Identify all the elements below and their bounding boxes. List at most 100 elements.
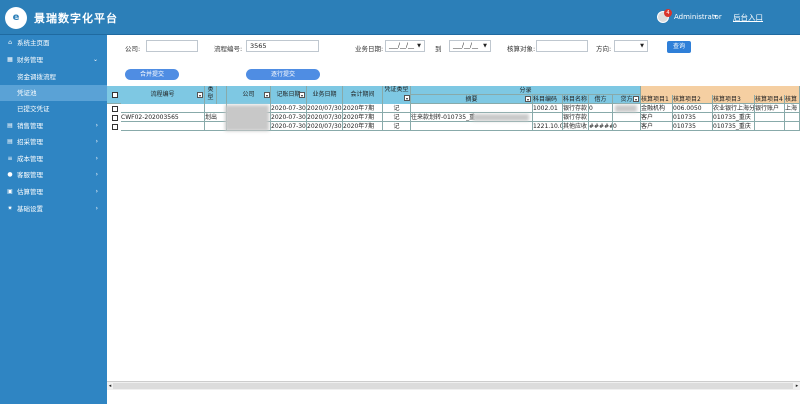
money-icon: ▦	[7, 56, 13, 63]
business-date-label: 业务日期:	[355, 45, 384, 53]
sidebar-item-label: 客服管理	[17, 171, 43, 179]
cell-acct5: 上海	[785, 104, 800, 113]
voucher-grid: 分录 流程编号 ▾ 类型 公司 ▾ 记账日期 ▾ 业务日期 会计期间 凭证类型 …	[107, 86, 800, 166]
filter-dropdown-icon[interactable]: ▾	[197, 92, 203, 98]
cell-acct1: 客户	[641, 113, 673, 122]
notification-badge[interactable]: 4	[664, 9, 672, 17]
col-flow-number[interactable]: 流程编号	[121, 86, 205, 104]
filter-dropdown-icon[interactable]: ▾	[404, 95, 410, 101]
sidebar-item-home[interactable]: ⌂ 系统主页面	[0, 35, 107, 51]
col-biz-date[interactable]: 业务日期	[307, 86, 343, 104]
date-to-value: ___/__/__	[453, 42, 479, 49]
merge-submit-button[interactable]: 合并提交	[125, 69, 179, 80]
company-input[interactable]	[146, 40, 198, 52]
sidebar-item-purchase[interactable]: ▤ 招采管理 ›	[0, 134, 107, 150]
col-acct5[interactable]: 核算	[785, 95, 800, 104]
cell-acct4	[755, 122, 785, 131]
filter-dropdown-icon[interactable]: ▾	[633, 96, 639, 102]
cell-acct4	[755, 113, 785, 122]
date-from-picker[interactable]: ___/__/__ ▼	[385, 40, 425, 52]
sidebar-item-label: 成本管理	[17, 155, 43, 163]
direction-select[interactable]: ▼	[614, 40, 648, 52]
service-icon: ●	[7, 171, 13, 178]
sidebar-item-estimate[interactable]: ▣ 估算管理 ›	[0, 184, 107, 200]
col-period[interactable]: 会计期间	[343, 86, 383, 104]
chevron-down-icon[interactable]: ▾	[714, 13, 717, 20]
cell-acct5	[785, 122, 800, 131]
sidebar-item-fund-transfer[interactable]: 资金调拨流程	[0, 69, 107, 85]
account-object-label: 核算对象:	[507, 45, 536, 53]
scroll-right-icon[interactable]: ▸	[794, 382, 800, 390]
cell-acct3: 010735_重庆	[713, 122, 755, 131]
cell-summary	[411, 122, 533, 131]
row-checkbox[interactable]	[112, 106, 118, 112]
app-logo: e	[5, 7, 27, 29]
sidebar-item-label: 资金调拨流程	[17, 73, 56, 81]
purchase-icon: ▤	[7, 138, 13, 145]
filter-dropdown-icon[interactable]: ▾	[264, 92, 270, 98]
scrollbar-thumb[interactable]	[113, 383, 793, 389]
cell-period: 2020年7期	[343, 113, 383, 122]
cell-credit	[613, 113, 641, 122]
cell-flow-number	[121, 104, 205, 113]
col-acct4[interactable]: 核算项目4	[755, 95, 785, 104]
cell-voucher-type: 记	[383, 104, 411, 113]
cell-biz-date: 2020/07/30	[307, 122, 343, 131]
cell-subject-name: 其他应收	[563, 122, 589, 131]
flow-number-label: 流程编号:	[214, 45, 243, 53]
col-acct1[interactable]: 核算项目1	[641, 95, 673, 104]
cell-acct3: 010735_重庆	[713, 113, 755, 122]
estimate-icon: ▣	[7, 188, 13, 195]
filter-dropdown-icon[interactable]: ▾	[525, 96, 531, 102]
caret-down-icon: ▼	[417, 43, 421, 49]
caret-down-icon: ▼	[640, 43, 644, 49]
cell-credit: 0	[613, 122, 641, 131]
query-button[interactable]: 查询	[667, 41, 691, 53]
redacted-summary	[473, 114, 529, 121]
col-acct3[interactable]: 核算项目3	[713, 95, 755, 104]
cell-debit: #####	[589, 122, 613, 131]
chevron-right-icon: ›	[95, 171, 98, 178]
row-checkbox[interactable]	[112, 124, 118, 130]
sidebar-item-voucher-pool[interactable]: 凭证池	[0, 85, 107, 101]
cell-period: 2020年7期	[343, 122, 383, 131]
cell-record-date: 2020-07-30	[271, 113, 307, 122]
chevron-down-icon: ⌄	[92, 56, 98, 63]
col-debit[interactable]: 借方	[589, 95, 613, 104]
sidebar-item-submitted-vouchers[interactable]: 已提交凭证	[0, 101, 107, 117]
batch-submit-button[interactable]: 逐行提交	[246, 69, 320, 80]
cell-flow-number	[121, 122, 205, 131]
date-to-label: 到	[435, 45, 442, 53]
settings-icon: ✷	[7, 205, 13, 212]
cell-acct1: 金融机构	[641, 104, 673, 113]
sidebar-item-finance[interactable]: ▦ 财务管理 ⌄	[0, 52, 107, 68]
sidebar-item-settings[interactable]: ✷ 基础设置 ›	[0, 201, 107, 217]
cell-subject-code	[533, 113, 563, 122]
col-type[interactable]: 类型	[205, 86, 217, 104]
account-object-input[interactable]	[536, 40, 588, 52]
sidebar-item-label: 估算管理	[17, 188, 43, 196]
sales-icon: ▤	[7, 122, 13, 129]
row-checkbox[interactable]	[112, 115, 118, 121]
horizontal-scrollbar[interactable]: ◂ ▸	[107, 381, 800, 390]
col-acct2[interactable]: 核算项目2	[673, 95, 713, 104]
backend-link[interactable]: 后台入口	[733, 12, 763, 23]
chevron-right-icon: ›	[95, 122, 98, 129]
cell-type: 划出	[205, 113, 227, 122]
col-subject-code[interactable]: 科目编码	[533, 95, 563, 104]
sidebar-item-sales[interactable]: ▤ 销售管理 ›	[0, 118, 107, 134]
col-subject-name[interactable]: 科目名称	[563, 95, 589, 104]
date-to-picker[interactable]: ___/__/__ ▼	[449, 40, 491, 52]
cost-icon: ≡	[7, 155, 13, 162]
col-summary[interactable]: 摘要	[411, 95, 533, 104]
sidebar-item-label: 已提交凭证	[17, 105, 50, 113]
sidebar-item-service[interactable]: ● 客服管理 ›	[0, 167, 107, 183]
filter-dropdown-icon[interactable]: ▾	[299, 92, 305, 98]
cell-acct4: 银行账户	[755, 104, 785, 113]
select-all-checkbox[interactable]	[112, 92, 118, 98]
top-header: e 景瑞数字化平台 4 Administrator ▾ 后台入口	[0, 0, 800, 35]
sidebar-item-label: 系统主页面	[17, 39, 50, 47]
flow-number-input[interactable]: 3565	[246, 40, 319, 52]
chevron-right-icon: ›	[95, 138, 98, 145]
sidebar-item-cost[interactable]: ≡ 成本管理 ›	[0, 151, 107, 167]
